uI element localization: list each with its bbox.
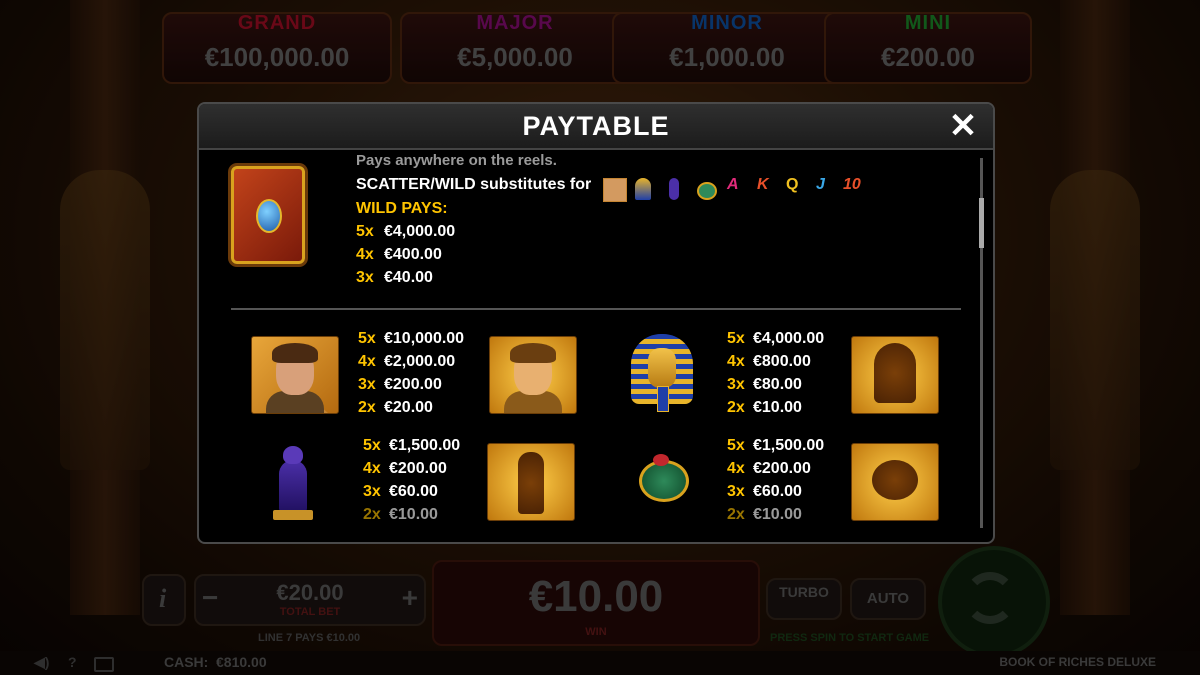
pharaoh-symbol <box>631 334 693 414</box>
book-wild-symbol <box>231 166 305 264</box>
cat-pay-amount: €10.00 <box>389 506 438 523</box>
pharaoh-mini-icon <box>635 178 651 200</box>
letter-k-mini-icon: K <box>757 176 769 193</box>
pharaoh-pay-amount: €800.00 <box>753 353 811 370</box>
cat-pay-amount: €60.00 <box>389 483 438 500</box>
paytable-title: PAYTABLE <box>522 111 670 141</box>
pharaoh-pay-amount: €10.00 <box>753 399 802 416</box>
number-10-mini-icon: 10 <box>843 176 861 193</box>
scarab-pay-mult: 3x <box>727 483 745 500</box>
wild-pay-amount: €40.00 <box>384 269 433 286</box>
paytable-header: PAYTABLE ✕ <box>199 104 993 150</box>
cat-pay-amount: €1,500.00 <box>389 437 461 454</box>
scarab-pay-amount: €1,500.00 <box>753 437 825 454</box>
scrollbar-thumb[interactable] <box>979 198 984 248</box>
cat-mini-icon <box>669 178 679 200</box>
explorer-pay-amount: €200.00 <box>384 376 442 393</box>
cat-pay-mult: 4x <box>363 460 381 477</box>
scarab-pay-mult: 5x <box>727 437 745 454</box>
cat-pay-mult: 3x <box>363 483 381 500</box>
scarab-pay-mult: 4x <box>727 460 745 477</box>
explorer-pay-mult: 3x <box>358 376 376 393</box>
explorer-pay-mult: 5x <box>358 330 376 347</box>
scarab-gem-icon <box>256 199 282 233</box>
letter-j-mini-icon: J <box>816 176 825 193</box>
scrollbar[interactable] <box>979 158 984 528</box>
section-divider <box>231 308 961 310</box>
pharaoh-pay-amount: €4,000.00 <box>753 330 825 347</box>
wild-pay-mult: 5x <box>356 223 374 240</box>
scarab-pay-amount: €60.00 <box>753 483 802 500</box>
explorer-pay-mult: 4x <box>358 353 376 370</box>
scarab-pay-amount: €200.00 <box>753 460 811 477</box>
scarab-pay-mult: 2x <box>727 506 745 523</box>
pharaoh-gold-symbol <box>851 336 939 414</box>
wild-pay-mult: 3x <box>356 269 374 286</box>
scarab-mini-icon <box>697 182 717 200</box>
explorer-pay-amount: €2,000.00 <box>384 353 456 370</box>
letter-q-mini-icon: Q <box>786 176 799 193</box>
paytable-modal: PAYTABLE ✕ Pays anywhere on the reels. S… <box>197 102 995 544</box>
wild-description-line1: Pays anywhere on the reels. <box>356 152 557 169</box>
explorer-pay-amount: €10,000.00 <box>384 330 465 347</box>
cat-symbol <box>273 444 313 520</box>
wild-pay-amount: €4,000.00 <box>384 223 456 240</box>
explorer-pay-mult: 2x <box>358 399 376 416</box>
pharaoh-pay-mult: 5x <box>727 330 745 347</box>
cat-gold-symbol <box>487 443 575 521</box>
pharaoh-pay-mult: 3x <box>727 376 745 393</box>
scarab-gold-symbol <box>851 443 939 521</box>
pharaoh-pay-mult: 4x <box>727 353 745 370</box>
cat-pay-amount: €200.00 <box>389 460 447 477</box>
explorer-mini-icon <box>603 178 627 202</box>
wild-pay-mult: 4x <box>356 246 374 263</box>
wild-pays-title: WILD PAYS: <box>356 200 448 217</box>
letter-a-mini-icon: A <box>727 176 739 193</box>
explorer-pay-amount: €20.00 <box>384 399 433 416</box>
wild-description-line2: SCATTER/WILD substitutes for <box>356 176 592 193</box>
cat-pay-mult: 2x <box>363 506 381 523</box>
cat-pay-mult: 5x <box>363 437 381 454</box>
close-button[interactable]: ✕ <box>945 108 981 144</box>
scarab-symbol <box>631 452 691 502</box>
explorer-symbol <box>251 336 339 414</box>
pharaoh-pay-amount: €80.00 <box>753 376 802 393</box>
explorer-gold-symbol <box>489 336 577 414</box>
wild-pay-amount: €400.00 <box>384 246 442 263</box>
pharaoh-pay-mult: 2x <box>727 399 745 416</box>
scarab-pay-amount: €10.00 <box>753 506 802 523</box>
